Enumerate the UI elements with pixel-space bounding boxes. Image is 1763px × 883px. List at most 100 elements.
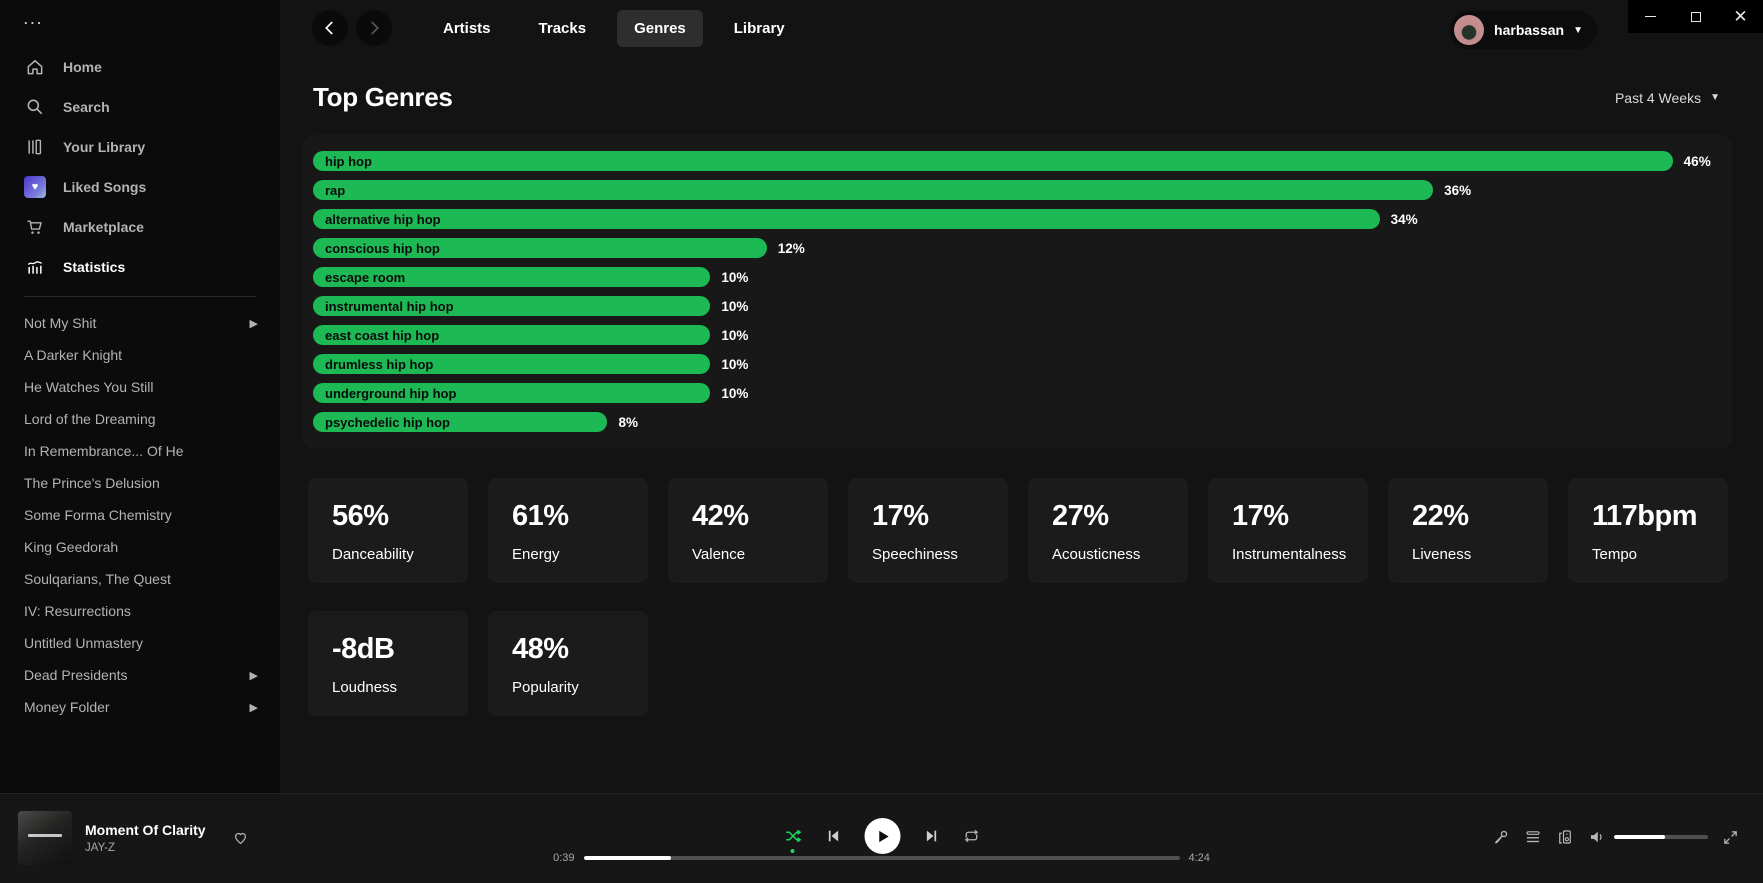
playlist-item-a-darker-knight[interactable]: A Darker Knight ▶ (0, 339, 280, 371)
playlist-item-not-my-shit[interactable]: Not My Shit ▶ (0, 307, 280, 339)
playlist-item-iv-resurrections[interactable]: IV: Resurrections ▶ (0, 595, 280, 627)
fullscreen-button[interactable] (1722, 829, 1739, 846)
album-art[interactable] (18, 811, 72, 865)
chevron-right-icon (365, 19, 383, 37)
sidebar-item-marketplace[interactable]: Marketplace (0, 207, 280, 247)
playlist-item-dead-presidents[interactable]: Dead Presidents ▶ (0, 659, 280, 691)
stat-value: 42% (692, 500, 828, 533)
sidebar-item-home[interactable]: Home (0, 47, 280, 87)
stat-value: 17% (1232, 500, 1368, 533)
track-title[interactable]: Moment Of Clarity (85, 822, 206, 838)
playlist-label: The Prince's Delusion (24, 475, 160, 491)
duration-time: 4:24 (1189, 852, 1217, 864)
heart-icon (232, 829, 249, 845)
close-button[interactable]: ✕ (1718, 0, 1763, 33)
genre-bar[interactable]: conscious hip hop (313, 238, 767, 258)
genre-bar-row: conscious hip hop 12% (313, 238, 1722, 258)
genre-bar[interactable]: alternative hip hop (313, 209, 1380, 229)
app-menu-button[interactable]: ... (0, 0, 280, 27)
playlist-item-untitled-unmastery[interactable]: Untitled Unmastery ▶ (0, 627, 280, 659)
next-button[interactable] (923, 828, 939, 844)
page-header: Top Genres Past 4 Weeks ▼ (280, 56, 1763, 113)
genre-percent: 10% (721, 357, 748, 372)
playlist-label: Dead Presidents (24, 667, 128, 683)
tab-artists[interactable]: Artists (426, 10, 508, 47)
maximize-button[interactable] (1673, 0, 1718, 33)
progress-bar[interactable] (584, 856, 1180, 860)
genre-percent: 10% (721, 328, 748, 343)
window-controls: ✕ (1628, 0, 1763, 33)
genre-bar[interactable]: rap (313, 180, 1433, 200)
genre-bar-row: alternative hip hop 34% (313, 209, 1722, 229)
playlist-label: IV: Resurrections (24, 603, 131, 619)
playlist-label: Soulqarians, The Quest (24, 571, 171, 587)
genre-percent: 46% (1684, 154, 1711, 169)
playlist-item-soulqarians-the-quest[interactable]: Soulqarians, The Quest ▶ (0, 563, 280, 595)
genre-bar-row: escape room 10% (313, 267, 1722, 287)
time-range-dropdown[interactable]: Past 4 Weeks ▼ (1615, 90, 1720, 106)
play-button[interactable] (864, 818, 900, 854)
mute-button[interactable] (1588, 828, 1606, 846)
minimize-button[interactable] (1628, 0, 1673, 33)
playlist-item-some-forma-chemistry[interactable]: Some Forma Chemistry ▶ (0, 499, 280, 531)
volume-slider[interactable] (1614, 835, 1708, 839)
stat-value: 22% (1412, 500, 1548, 533)
sidebar-item-liked-songs[interactable]: ♥ Liked Songs (0, 167, 280, 207)
playlist-item-money-folder[interactable]: Money Folder ▶ (0, 691, 280, 723)
stat-card-liveness: 22% Liveness (1388, 478, 1548, 583)
genre-bar-row: east coast hip hop 10% (313, 325, 1722, 345)
playlist-item-the-prince-s-delusion[interactable]: The Prince's Delusion ▶ (0, 467, 280, 499)
genre-bar[interactable]: hip hop (313, 151, 1673, 171)
lyrics-button[interactable] (1492, 828, 1510, 846)
stat-label: Tempo (1592, 546, 1728, 563)
genre-bar-row: psychedelic hip hop 8% (313, 412, 1722, 432)
sidebar-item-label: Your Library (63, 139, 145, 155)
microphone-icon (1492, 828, 1510, 846)
playlist-item-lord-of-the-dreaming[interactable]: Lord of the Dreaming ▶ (0, 403, 280, 435)
playlist-item-king-geedorah[interactable]: King Geedorah ▶ (0, 531, 280, 563)
sidebar-item-label: Statistics (63, 259, 125, 275)
track-artist[interactable]: JAY-Z (85, 842, 206, 854)
player-controls (783, 818, 980, 854)
genre-percent: 34% (1391, 212, 1418, 227)
sidebar-item-statistics[interactable]: Statistics (0, 247, 280, 287)
back-button[interactable] (312, 10, 348, 46)
genre-label: alternative hip hop (313, 212, 441, 227)
playlist-item-in-remembrance-of-he[interactable]: In Remembrance... Of He ▶ (0, 435, 280, 467)
time-range-label: Past 4 Weeks (1615, 90, 1701, 106)
tab-genres[interactable]: Genres (617, 10, 703, 47)
genre-bar[interactable]: underground hip hop (313, 383, 710, 403)
playlist-label: Lord of the Dreaming (24, 411, 156, 427)
tab-library[interactable]: Library (717, 10, 802, 47)
devices-button[interactable] (1556, 828, 1574, 846)
progress-fill (584, 856, 671, 860)
playlist-label: Some Forma Chemistry (24, 507, 172, 523)
tab-tracks[interactable]: Tracks (522, 10, 604, 47)
caret-down-icon: ▼ (1710, 92, 1720, 103)
shuffle-button[interactable] (783, 827, 802, 845)
skip-back-icon (825, 828, 841, 844)
repeat-button[interactable] (962, 827, 980, 845)
genre-percent: 10% (721, 386, 748, 401)
sidebar-item-your-library[interactable]: Your Library (0, 127, 280, 167)
playlist-label: Money Folder (24, 699, 110, 715)
genre-bar[interactable]: psychedelic hip hop (313, 412, 607, 432)
queue-button[interactable] (1524, 828, 1542, 846)
player-bar: Moment Of Clarity JAY-Z (0, 793, 1763, 883)
sidebar-item-search[interactable]: Search (0, 87, 280, 127)
previous-button[interactable] (825, 828, 841, 844)
like-button[interactable] (232, 829, 249, 845)
genre-bar[interactable]: escape room (313, 267, 710, 287)
forward-button[interactable] (356, 10, 392, 46)
genre-bar[interactable]: drumless hip hop (313, 354, 710, 374)
genre-bar[interactable]: east coast hip hop (313, 325, 710, 345)
shuffle-icon (783, 827, 802, 845)
sidebar-item-label: Home (63, 59, 102, 75)
stat-card-acousticness: 27% Acousticness (1028, 478, 1188, 583)
user-menu[interactable]: harbassan ▼ (1450, 11, 1597, 49)
play-icon (876, 829, 891, 844)
stat-card-loudness: -8dB Loudness (308, 611, 468, 716)
playlist-item-he-watches-you-still[interactable]: He Watches You Still ▶ (0, 371, 280, 403)
stat-label: Instrumentalness (1232, 546, 1368, 563)
genre-bar[interactable]: instrumental hip hop (313, 296, 710, 316)
